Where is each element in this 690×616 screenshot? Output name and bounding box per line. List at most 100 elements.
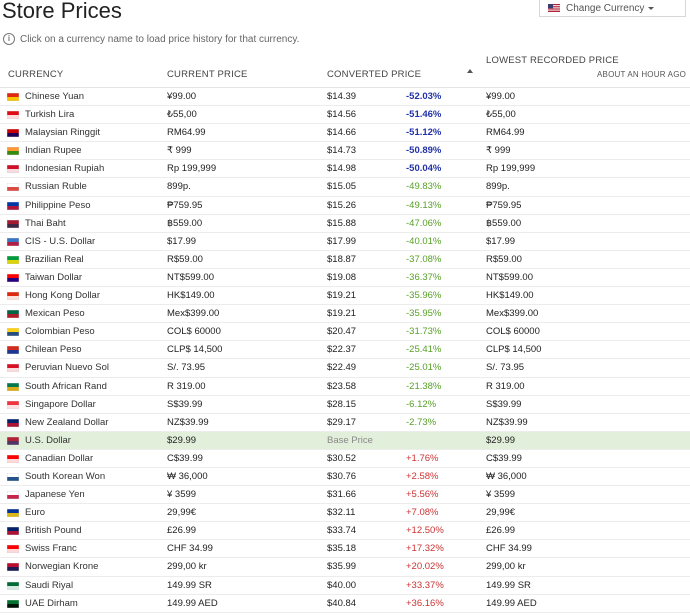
currency-name[interactable]: Malaysian Ringgit (25, 124, 100, 141)
table-row[interactable]: CIS - U.S. Dollar $17.99 $17.99 -40.01% $17.… (0, 233, 690, 251)
currency-name[interactable]: Canadian Dollar (25, 450, 93, 467)
flag-icon (6, 472, 20, 482)
table-row[interactable]: Canadian Dollar C$39.99 $30.52 +1.76% C$39.9… (0, 450, 690, 468)
table-row[interactable]: Malaysian Ringgit RM64.99 $14.66 -51.12% RM6… (0, 124, 690, 143)
table-row[interactable]: Brazilian Real R$59.00 $18.87 -37.08% R$59.0… (0, 251, 690, 269)
table-row[interactable]: Euro 29,99€ $32.11 +7.08% 29,99€ (0, 504, 690, 523)
table-row[interactable]: Indonesian Rupiah Rp 199,999 $14.98 -50.04%… (0, 160, 690, 179)
current-price: 149.99 AED (167, 597, 218, 609)
currency-name[interactable]: Chilean Peso (25, 341, 82, 358)
currency-name[interactable]: UAE Dirham (25, 595, 78, 612)
flag-icon (6, 581, 20, 590)
currency-name[interactable]: Norwegian Krone (25, 558, 98, 575)
currency-name[interactable]: Hong Kong Dollar (25, 287, 100, 304)
currency-name[interactable]: Saudi Riyal (25, 577, 73, 594)
lowest-price: R 319.00 (486, 380, 525, 392)
converted-price: $23.58 (327, 380, 357, 392)
currency-name[interactable]: Indian Rupee (25, 142, 82, 159)
table-row[interactable]: Saudi Riyal 149.99 SR $40.00 +33.37% 149.99 … (0, 577, 690, 595)
percent-diff: +17.32% (406, 543, 444, 555)
lowest-price: HK$149.00 (486, 290, 534, 302)
current-price: CLP$ 14,500 (167, 344, 223, 356)
table-row[interactable]: U.S. Dollar $29.99 Base Price $29.99 (0, 431, 690, 450)
lowest-price: Rp 199,999 (486, 163, 536, 175)
current-price: $29.99 (167, 434, 197, 446)
converted-price: $22.37 (327, 344, 357, 356)
table-row[interactable]: Singapore Dollar S$39.99 $28.15 -6.12% S$39.… (0, 396, 690, 414)
change-currency-button[interactable]: Change Currency (539, 0, 686, 17)
currency-name[interactable]: Taiwan Dollar (25, 269, 82, 286)
currency-name[interactable]: Russian Ruble (25, 178, 87, 195)
table-row[interactable]: Chilean Peso CLP$ 14,500 $22.37 -25.41% CLP$… (0, 341, 690, 360)
current-price: C$39.99 (167, 452, 203, 464)
currency-name[interactable]: U.S. Dollar (25, 432, 71, 449)
table-row[interactable]: Colombian Peso COL$ 60000 $20.47 -31.73% COL… (0, 323, 690, 342)
header-currency[interactable]: CURRENCY (8, 69, 63, 80)
current-price: HK$149.00 (167, 290, 215, 302)
table-row[interactable]: Japanese Yen ¥ 3599 $31.66 +5.56% ¥ 3599 (0, 486, 690, 505)
flag-icon (6, 309, 20, 319)
currency-name[interactable]: South Korean Won (25, 468, 105, 485)
currency-name[interactable]: Japanese Yen (25, 486, 85, 503)
flag-icon (6, 527, 20, 536)
table-row[interactable]: South Korean Won ₩ 36,000 $30.76 +2.58% ₩ 36… (0, 468, 690, 487)
table-row[interactable]: UAE Dirham 149.99 AED $40.84 +36.16% 149.99 … (0, 595, 690, 613)
percent-diff: -35.95% (406, 308, 442, 320)
table-row[interactable]: Turkish Lira ₺55,00 $14.56 -51.46% ₺55,00 (0, 106, 690, 125)
percent-diff: +36.16% (406, 597, 444, 609)
currency-name[interactable]: Brazilian Real (25, 251, 84, 268)
table-row[interactable]: Swiss Franc CHF 34.99 $35.18 +17.32% CHF 34.… (0, 540, 690, 559)
header-converted-price[interactable]: CONVERTED PRICE (327, 69, 421, 80)
percent-diff: -49.13% (406, 199, 442, 211)
currency-name[interactable]: Singapore Dollar (25, 396, 96, 413)
lowest-price: £26.99 (486, 525, 516, 537)
flag-icon (6, 147, 20, 156)
currency-name[interactable]: CIS - U.S. Dollar (25, 233, 95, 250)
converted-price: Base Price (327, 434, 373, 446)
table-row[interactable]: Hong Kong Dollar HK$149.00 $19.21 -35.96% HK… (0, 287, 690, 306)
currency-name[interactable]: Euro (25, 504, 45, 521)
currency-name[interactable]: Philippine Peso (25, 197, 91, 214)
table-row[interactable]: Mexican Peso Mex$399.00 $19.21 -35.95% Mex$3… (0, 305, 690, 324)
currency-name[interactable]: South African Rand (25, 378, 107, 395)
table-row[interactable]: Chinese Yuan ¥99.00 $14.39 -52.03% ¥99.00 (0, 88, 690, 107)
table-row[interactable]: South African Rand R 319.00 $23.58 -21.38% R… (0, 378, 690, 396)
currency-name[interactable]: British Pound (25, 522, 82, 539)
table-row[interactable]: British Pound £26.99 $33.74 +12.50% £26.99 (0, 522, 690, 541)
currency-name[interactable]: Colombian Peso (25, 323, 95, 340)
percent-diff: -50.89% (406, 145, 442, 157)
converted-price: $40.84 (327, 597, 357, 609)
percent-diff: +1.76% (406, 452, 439, 464)
currency-name[interactable]: Swiss Franc (25, 540, 77, 557)
lowest-price: 299,00 kr (486, 561, 526, 573)
lowest-price: Mex$399.00 (486, 308, 539, 320)
table-row[interactable]: Thai Baht ฿559.00 $15.88 -47.06% ฿559.00 (0, 215, 690, 233)
table-row[interactable]: Taiwan Dollar NT$599.00 $19.08 -36.37% NT$59… (0, 269, 690, 288)
converted-price: $14.66 (327, 127, 357, 139)
table-row[interactable]: Norwegian Krone 299,00 kr $35.99 +20.02% 299… (0, 558, 690, 577)
currency-name[interactable]: Chinese Yuan (25, 88, 84, 105)
converted-price: $29.17 (327, 416, 357, 428)
table-row[interactable]: Philippine Peso ₱759.95 $15.26 -49.13% ₱759.… (0, 197, 690, 215)
lowest-price: $17.99 (486, 235, 516, 247)
flag-icon (6, 599, 20, 608)
table-row[interactable]: Indian Rupee ₹ 999 $14.73 -50.89% ₹ 999 (0, 142, 690, 161)
flag-icon (6, 545, 20, 554)
current-price: ₱759.95 (167, 199, 203, 211)
info-text: Click on a currency name to load price h… (20, 33, 300, 45)
currency-name[interactable]: Peruvian Nuevo Sol (25, 359, 109, 376)
header-current-price[interactable]: CURRENT PRICE (167, 69, 248, 80)
header-lowest-price[interactable]: LOWEST RECORDED PRICE (486, 55, 619, 66)
currency-name[interactable]: New Zealand Dollar (25, 414, 108, 431)
table-row[interactable]: New Zealand Dollar NZ$39.99 $29.17 -2.73% NZ… (0, 414, 690, 432)
currency-name[interactable]: Indonesian Rupiah (25, 160, 104, 177)
table-row[interactable]: Russian Ruble 899p. $15.05 -49.83% 899p. (0, 178, 690, 197)
flag-icon (6, 346, 20, 355)
lowest-price: S/. 73.95 (486, 362, 525, 374)
currency-name[interactable]: Turkish Lira (25, 106, 74, 123)
flag-icon (6, 165, 20, 174)
currency-name[interactable]: Thai Baht (25, 215, 66, 232)
currency-name[interactable]: Mexican Peso (25, 305, 85, 322)
flag-icon (6, 563, 20, 572)
table-row[interactable]: Peruvian Nuevo Sol S/. 73.95 $22.49 -25.01%… (0, 359, 690, 378)
